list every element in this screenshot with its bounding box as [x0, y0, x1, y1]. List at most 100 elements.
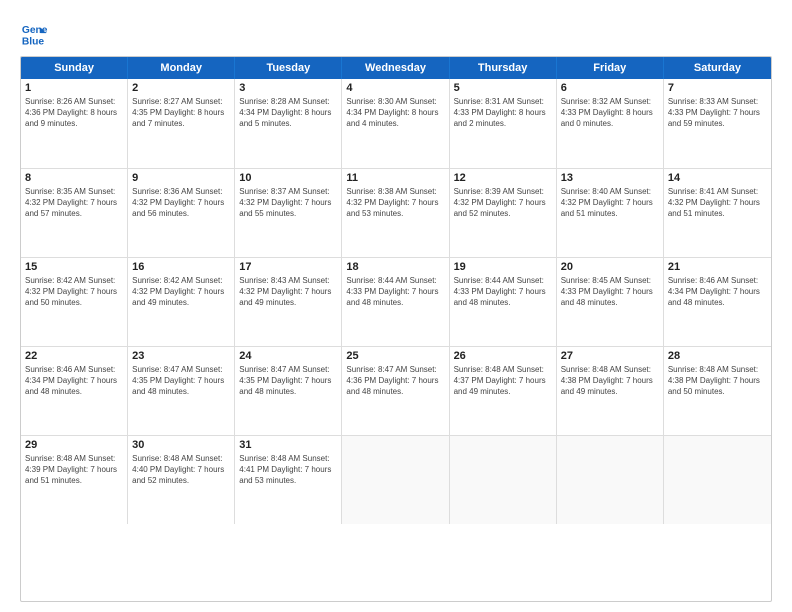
day-info: Sunrise: 8:44 AM Sunset: 4:33 PM Dayligh… — [346, 275, 444, 309]
day-number: 1 — [25, 82, 123, 94]
header-friday: Friday — [557, 57, 664, 79]
table-row: 6 Sunrise: 8:32 AM Sunset: 4:33 PM Daylig… — [557, 79, 664, 168]
page: General Blue Sunday Monday Tuesday Wedne… — [0, 0, 792, 612]
day-number: 30 — [132, 439, 230, 451]
calendar: Sunday Monday Tuesday Wednesday Thursday… — [20, 56, 772, 602]
header: General Blue — [20, 16, 772, 48]
day-info: Sunrise: 8:46 AM Sunset: 4:34 PM Dayligh… — [25, 364, 123, 398]
day-info: Sunrise: 8:33 AM Sunset: 4:33 PM Dayligh… — [668, 96, 767, 130]
table-row — [664, 436, 771, 524]
header-thursday: Thursday — [450, 57, 557, 79]
day-info: Sunrise: 8:45 AM Sunset: 4:33 PM Dayligh… — [561, 275, 659, 309]
day-info: Sunrise: 8:44 AM Sunset: 4:33 PM Dayligh… — [454, 275, 552, 309]
header-sunday: Sunday — [21, 57, 128, 79]
day-number: 11 — [346, 172, 444, 184]
svg-text:Blue: Blue — [22, 36, 45, 47]
table-row: 5Sunrise: 8:31 AM Sunset: 4:33 PM Daylig… — [450, 79, 557, 168]
table-row: 29 Sunrise: 8:48 AM Sunset: 4:39 PM Dayli… — [21, 436, 128, 524]
svg-text:General: General — [22, 25, 48, 36]
calendar-body: 1 Sunrise: 8:26 AM Sunset: 4:36 PM Daylig… — [21, 79, 771, 524]
day-number: 12 — [454, 172, 552, 184]
table-row: 30 Sunrise: 8:48 AM Sunset: 4:40 PM Dayli… — [128, 436, 235, 524]
day-info: Sunrise: 8:48 AM Sunset: 4:40 PM Dayligh… — [132, 453, 230, 487]
table-row: 28 Sunrise: 8:48 AM Sunset: 4:38 PM Dayli… — [664, 347, 771, 435]
day-info: Sunrise: 8:26 AM Sunset: 4:36 PM Dayligh… — [25, 96, 123, 130]
day-number: 3 — [239, 82, 337, 94]
day-info: Sunrise: 8:43 AM Sunset: 4:32 PM Dayligh… — [239, 275, 337, 309]
day-number: 7 — [668, 82, 767, 94]
day-info: Sunrise: 8:48 AM Sunset: 4:41 PM Dayligh… — [239, 453, 337, 487]
day-number: 17 — [239, 261, 337, 273]
day-info: Sunrise: 8:40 AM Sunset: 4:32 PM Dayligh… — [561, 186, 659, 220]
calendar-header: Sunday Monday Tuesday Wednesday Thursday… — [21, 57, 771, 79]
week-1: 1 Sunrise: 8:26 AM Sunset: 4:36 PM Daylig… — [21, 79, 771, 168]
header-tuesday: Tuesday — [235, 57, 342, 79]
logo: General Blue — [20, 20, 52, 48]
day-info: Sunrise: 8:48 AM Sunset: 4:38 PM Dayligh… — [561, 364, 659, 398]
table-row: 13 Sunrise: 8:40 AM Sunset: 4:32 PM Dayli… — [557, 169, 664, 257]
day-info: Sunrise: 8:47 AM Sunset: 4:36 PM Dayligh… — [346, 364, 444, 398]
day-info: Sunrise: 8:37 AM Sunset: 4:32 PM Dayligh… — [239, 186, 337, 220]
table-row: 17 Sunrise: 8:43 AM Sunset: 4:32 PM Dayli… — [235, 258, 342, 346]
table-row: 3 Sunrise: 8:28 AM Sunset: 4:34 PM Daylig… — [235, 79, 342, 168]
day-info: Sunrise: 8:32 AM Sunset: 4:33 PM Dayligh… — [561, 96, 659, 130]
day-number: 2 — [132, 82, 230, 94]
header-wednesday: Wednesday — [342, 57, 449, 79]
day-number: 29 — [25, 439, 123, 451]
table-row: 27 Sunrise: 8:48 AM Sunset: 4:38 PM Dayli… — [557, 347, 664, 435]
day-info: Sunrise: 8:48 AM Sunset: 4:39 PM Dayligh… — [25, 453, 123, 487]
day-info: Sunrise: 8:28 AM Sunset: 4:34 PM Dayligh… — [239, 96, 337, 130]
table-row: 10 Sunrise: 8:37 AM Sunset: 4:32 PM Dayli… — [235, 169, 342, 257]
table-row: 25 Sunrise: 8:47 AM Sunset: 4:36 PM Dayli… — [342, 347, 449, 435]
day-info: Sunrise: 8:47 AM Sunset: 4:35 PM Dayligh… — [239, 364, 337, 398]
day-info: Sunrise: 8:47 AM Sunset: 4:35 PM Dayligh… — [132, 364, 230, 398]
day-number: 20 — [561, 261, 659, 273]
table-row — [342, 436, 449, 524]
table-row: 16 Sunrise: 8:42 AM Sunset: 4:32 PM Dayli… — [128, 258, 235, 346]
day-info: Sunrise: 8:42 AM Sunset: 4:32 PM Dayligh… — [132, 275, 230, 309]
table-row: 26Sunrise: 8:48 AM Sunset: 4:37 PM Dayli… — [450, 347, 557, 435]
table-row: 7 Sunrise: 8:33 AM Sunset: 4:33 PM Daylig… — [664, 79, 771, 168]
table-row: 12 Sunrise: 8:39 AM Sunset: 4:32 PM Dayli… — [450, 169, 557, 257]
table-row: 24 Sunrise: 8:47 AM Sunset: 4:35 PM Dayli… — [235, 347, 342, 435]
table-row — [450, 436, 557, 524]
day-info: Sunrise: 8:30 AM Sunset: 4:34 PM Dayligh… — [346, 96, 444, 130]
day-number: 18 — [346, 261, 444, 273]
table-row: 21 Sunrise: 8:46 AM Sunset: 4:34 PM Dayli… — [664, 258, 771, 346]
day-number: 9 — [132, 172, 230, 184]
table-row: 1 Sunrise: 8:26 AM Sunset: 4:36 PM Daylig… — [21, 79, 128, 168]
day-number: 13 — [561, 172, 659, 184]
table-row: 18 Sunrise: 8:44 AM Sunset: 4:33 PM Dayli… — [342, 258, 449, 346]
table-row — [557, 436, 664, 524]
day-number: 27 — [561, 350, 659, 362]
day-info: Sunrise: 8:31 AM Sunset: 4:33 PM Dayligh… — [454, 96, 552, 130]
day-number: 25 — [346, 350, 444, 362]
day-info: Sunrise: 8:39 AM Sunset: 4:32 PM Dayligh… — [454, 186, 552, 220]
day-number: 23 — [132, 350, 230, 362]
week-2: 8Sunrise: 8:35 AM Sunset: 4:32 PM Daylig… — [21, 168, 771, 257]
day-number: 6 — [561, 82, 659, 94]
day-number: 8 — [25, 172, 123, 184]
day-info: Sunrise: 8:42 AM Sunset: 4:32 PM Dayligh… — [25, 275, 123, 309]
table-row: 31Sunrise: 8:48 AM Sunset: 4:41 PM Dayli… — [235, 436, 342, 524]
day-info: Sunrise: 8:41 AM Sunset: 4:32 PM Dayligh… — [668, 186, 767, 220]
week-3: 15 Sunrise: 8:42 AM Sunset: 4:32 PM Dayli… — [21, 257, 771, 346]
table-row: 15 Sunrise: 8:42 AM Sunset: 4:32 PM Dayli… — [21, 258, 128, 346]
day-number: 15 — [25, 261, 123, 273]
table-row: 14 Sunrise: 8:41 AM Sunset: 4:32 PM Dayli… — [664, 169, 771, 257]
table-row: 8Sunrise: 8:35 AM Sunset: 4:32 PM Daylig… — [21, 169, 128, 257]
day-number: 4 — [346, 82, 444, 94]
day-number: 10 — [239, 172, 337, 184]
day-info: Sunrise: 8:48 AM Sunset: 4:38 PM Dayligh… — [668, 364, 767, 398]
day-number: 21 — [668, 261, 767, 273]
day-number: 22 — [25, 350, 123, 362]
table-row: 11Sunrise: 8:38 AM Sunset: 4:32 PM Dayli… — [342, 169, 449, 257]
day-info: Sunrise: 8:48 AM Sunset: 4:37 PM Dayligh… — [454, 364, 552, 398]
day-number: 14 — [668, 172, 767, 184]
week-5: 29 Sunrise: 8:48 AM Sunset: 4:39 PM Dayli… — [21, 435, 771, 524]
header-saturday: Saturday — [664, 57, 771, 79]
day-number: 28 — [668, 350, 767, 362]
day-info: Sunrise: 8:46 AM Sunset: 4:34 PM Dayligh… — [668, 275, 767, 309]
day-number: 24 — [239, 350, 337, 362]
day-number: 16 — [132, 261, 230, 273]
